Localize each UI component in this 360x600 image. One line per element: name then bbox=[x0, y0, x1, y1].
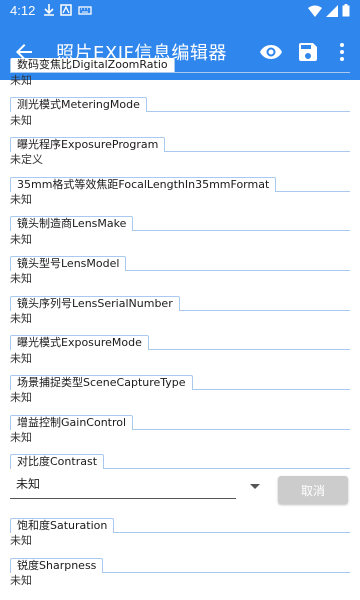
field-label-exposure-program: 曝光程序ExposureProgram bbox=[10, 137, 166, 152]
field-label-sharpness: 锐度Sharpness bbox=[10, 558, 104, 573]
cancel-button[interactable]: 取消 bbox=[278, 476, 348, 504]
field-label-exposure-mode: 曝光模式ExposureMode bbox=[10, 335, 149, 350]
field-value-gain-control[interactable]: 未知 bbox=[10, 431, 32, 445]
field-label-lens-make: 镜头制造商LensMake bbox=[10, 216, 134, 231]
contrast-select-value: 未知 bbox=[16, 477, 41, 491]
field-value-saturation[interactable]: 未知 bbox=[10, 534, 32, 548]
field-value-metering-mode[interactable]: 未知 bbox=[10, 114, 32, 128]
field-value-scene-capture-type[interactable]: 未知 bbox=[10, 391, 32, 405]
status-bar: 4:12 bbox=[0, 0, 360, 24]
field-divider bbox=[10, 72, 350, 73]
field-value-focal-length-35mm[interactable]: 未知 bbox=[10, 193, 32, 207]
wifi-icon bbox=[308, 5, 322, 17]
notification-box-icon bbox=[60, 4, 72, 16]
chevron-down-icon[interactable] bbox=[250, 484, 260, 489]
status-time: 4:12 bbox=[10, 3, 36, 18]
field-label-gain-control: 增益控制GainControl bbox=[10, 415, 134, 430]
download-icon bbox=[44, 4, 54, 16]
field-value-exposure-mode[interactable]: 未知 bbox=[10, 352, 32, 366]
field-label-lens-serial-number: 镜头序列号LensSerialNumber bbox=[10, 296, 180, 311]
signal-icon bbox=[326, 4, 338, 17]
field-value-lens-model[interactable]: 未知 bbox=[10, 272, 32, 286]
field-label-digital-zoom-ratio: 数码变焦比DigitalZoomRatio bbox=[10, 58, 175, 72]
contrast-select[interactable]: 未知 bbox=[10, 468, 236, 499]
status-notification-icons bbox=[44, 4, 92, 16]
field-label-saturation: 饱和度Saturation bbox=[10, 518, 115, 533]
field-value-sharpness[interactable]: 未知 bbox=[10, 574, 32, 588]
field-label-contrast: 对比度Contrast bbox=[10, 454, 105, 469]
keyboard-icon bbox=[78, 6, 92, 15]
field-value-digital-zoom-ratio[interactable]: 未知 bbox=[10, 74, 32, 88]
battery-icon bbox=[342, 4, 350, 17]
status-system-icons bbox=[308, 4, 350, 17]
field-label-focal-length-35mm: 35mm格式等效焦距FocalLengthIn35mmFormat bbox=[10, 177, 277, 192]
field-value-lens-serial-number[interactable]: 未知 bbox=[10, 312, 32, 326]
field-label-lens-model: 镜头型号LensModel bbox=[10, 256, 127, 271]
field-label-scene-capture-type: 场景捕捉类型SceneCaptureType bbox=[10, 375, 193, 390]
field-label-metering-mode: 测光模式MeteringMode bbox=[10, 97, 147, 112]
field-value-exposure-program[interactable]: 未定义 bbox=[10, 153, 43, 167]
field-value-lens-make[interactable]: 未知 bbox=[10, 233, 32, 247]
exif-field-list[interactable]: 数码变焦比DigitalZoomRatio 未知 测光模式MeteringMod… bbox=[0, 56, 360, 600]
